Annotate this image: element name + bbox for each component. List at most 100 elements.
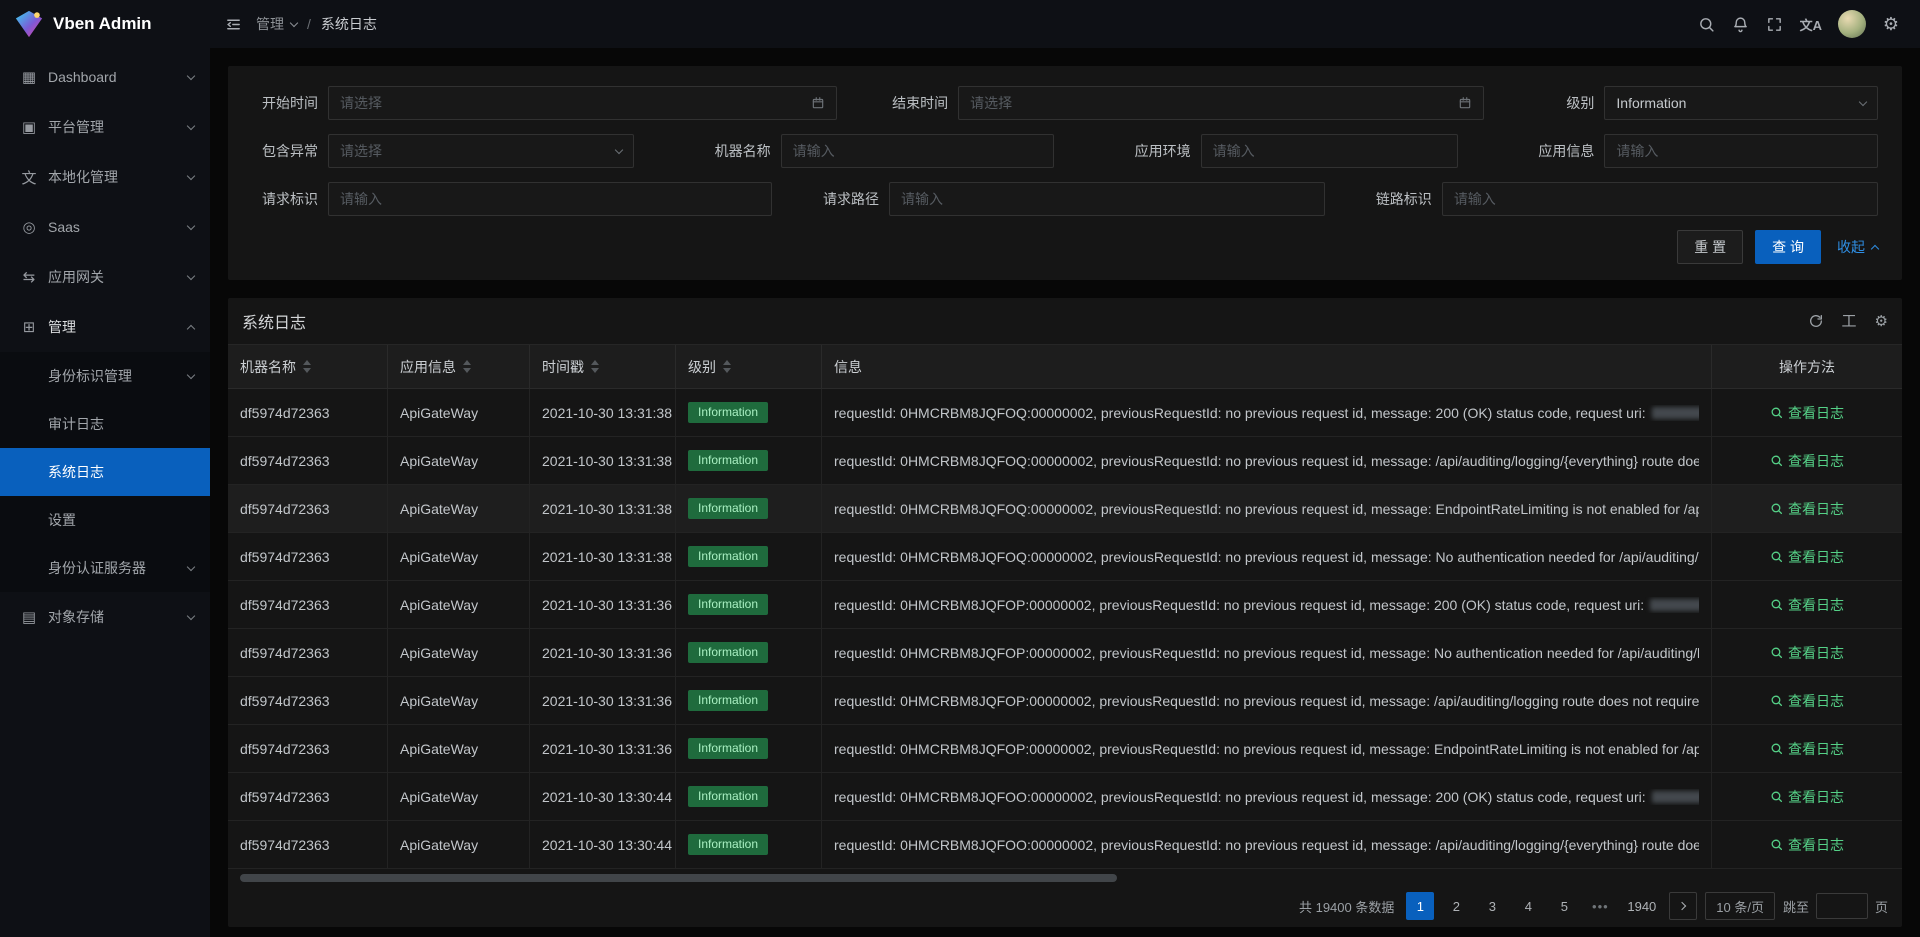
filter-input-machine-name[interactable] (781, 134, 1055, 168)
cell-machine-name: df5974d72363 (228, 773, 388, 821)
chevron-down-icon (615, 145, 623, 153)
fullscreen-icon[interactable] (1758, 0, 1792, 48)
pagination-ellipsis: ••• (1586, 892, 1614, 920)
sidebar-item-saas[interactable]: ◎Saas (0, 202, 210, 252)
page-button-4[interactable]: 4 (1514, 892, 1542, 920)
column-header-app-info[interactable]: 应用信息 (388, 345, 530, 389)
message-text: requestId: 0HMCRBM8JQFOO:00000002, previ… (834, 837, 1699, 853)
translate-icon[interactable]: 文A (1792, 0, 1830, 48)
view-log-link[interactable]: 查看日志 (1770, 403, 1844, 423)
view-log-label: 查看日志 (1788, 835, 1844, 855)
filter-select-level[interactable]: Information (1604, 86, 1878, 120)
sidebar-item-system-log[interactable]: 系统日志 (0, 448, 210, 496)
sidebar-item-object-storage[interactable]: ▤对象存储 (0, 592, 210, 642)
search-icon[interactable] (1690, 0, 1724, 48)
filter-label: 包含异常 (252, 141, 328, 161)
sort-icons[interactable] (723, 360, 731, 373)
menu-fold-icon[interactable] (216, 0, 250, 48)
search-button[interactable]: 查 询 (1755, 230, 1821, 264)
column-settings-icon[interactable]: ⚙ (1875, 314, 1888, 329)
bell-icon[interactable] (1724, 0, 1758, 48)
view-log-link[interactable]: 查看日志 (1770, 499, 1844, 519)
sidebar-item-identity-auth-server[interactable]: 身份认证服务器 (0, 544, 210, 592)
message-text-content: requestId: 0HMCRBM8JQFOO:00000002, previ… (834, 837, 1699, 853)
collapse-link[interactable]: 收起 (1837, 237, 1878, 257)
message-text: requestId: 0HMCRBM8JQFOQ:00000002, previ… (834, 549, 1699, 565)
view-log-link[interactable]: 查看日志 (1770, 691, 1844, 711)
jump-to-page: 跳至 页 (1783, 893, 1888, 919)
jump-page-input[interactable] (1816, 893, 1868, 919)
sort-icons[interactable] (591, 360, 599, 373)
page-button-5[interactable]: 5 (1550, 892, 1578, 920)
avatar[interactable] (1838, 10, 1866, 38)
filter-date-start-time[interactable] (328, 86, 837, 120)
table-title: 系统日志 (242, 309, 306, 333)
cell-machine-name: df5974d72363 (228, 821, 388, 869)
next-page-button[interactable] (1669, 892, 1697, 920)
pagination-total: 共 19400 条数据 (1299, 897, 1394, 916)
sidebar-item-management[interactable]: ⊞管理 (0, 302, 210, 352)
sort-icons[interactable] (463, 360, 471, 373)
column-header-machine-name[interactable]: 机器名称 (228, 345, 388, 389)
sidebar-item-localization-management[interactable]: 文本地化管理 (0, 152, 210, 202)
page-button-2[interactable]: 2 (1442, 892, 1470, 920)
breadcrumb-parent[interactable]: 管理 (256, 14, 297, 34)
table-body: df5974d72363ApiGateWay2021-10-30 13:31:3… (228, 389, 1902, 869)
refresh-icon[interactable] (1808, 313, 1824, 329)
chevron-up-icon (187, 324, 195, 332)
column-height-icon[interactable]: 工 (1842, 314, 1857, 329)
page-button-1[interactable]: 1 (1406, 892, 1434, 920)
column-header-label: 级别 (688, 357, 716, 377)
sidebar-item-app-gateway[interactable]: ⇆应用网关 (0, 252, 210, 302)
sidebar-item-audit-log[interactable]: 审计日志 (0, 400, 210, 448)
sidebar-item-identity-management[interactable]: 身份标识管理 (0, 352, 210, 400)
filter-input-trace-id[interactable] (1442, 182, 1878, 216)
page-button-1940[interactable]: 1940 (1622, 892, 1661, 920)
sort-icons[interactable] (303, 360, 311, 373)
filter-input-app-environment[interactable] (1201, 134, 1458, 168)
filter-date-input-end-time[interactable] (970, 95, 1450, 111)
column-header-timestamp[interactable]: 时间戳 (530, 345, 676, 389)
filter-input-request-path[interactable] (889, 182, 1325, 216)
view-log-label: 查看日志 (1788, 451, 1844, 471)
filter-date-input-start-time[interactable] (340, 95, 803, 111)
view-log-link[interactable]: 查看日志 (1770, 787, 1844, 807)
filter-label: 机器名称 (705, 141, 781, 161)
redacted-text (1652, 407, 1699, 419)
cell-app-info: ApiGateWay (388, 437, 530, 485)
sidebar-item-platform-management[interactable]: ▣平台管理 (0, 102, 210, 152)
scrollbar-thumb[interactable] (240, 874, 1117, 882)
filter-select-include-exception[interactable]: 请选择 (328, 134, 634, 168)
magnifier-icon (1770, 838, 1783, 851)
filter-label: 请求标识 (252, 189, 328, 209)
chevron-right-icon (1678, 902, 1686, 910)
filter-label: 应用环境 (1125, 141, 1201, 161)
collapse-label: 收起 (1837, 237, 1865, 257)
view-log-link[interactable]: 查看日志 (1770, 739, 1844, 759)
column-header-level[interactable]: 级别 (676, 345, 822, 389)
settings-gear-icon[interactable]: ⚙ (1874, 0, 1908, 48)
page-button-3[interactable]: 3 (1478, 892, 1506, 920)
cell-machine-name: df5974d72363 (228, 485, 388, 533)
sidebar-item-settings[interactable]: 设置 (0, 496, 210, 544)
level-badge: Information (688, 594, 768, 614)
filter-input-app-info[interactable] (1604, 134, 1878, 168)
reset-button[interactable]: 重 置 (1677, 230, 1743, 264)
view-log-link[interactable]: 查看日志 (1770, 835, 1844, 855)
filter-input-request-id[interactable] (328, 182, 772, 216)
filter-date-end-time[interactable] (958, 86, 1484, 120)
cell-app-info: ApiGateWay (388, 485, 530, 533)
filter-label: 结束时间 (882, 93, 958, 113)
view-log-link[interactable]: 查看日志 (1770, 451, 1844, 471)
horizontal-scrollbar[interactable] (238, 873, 1892, 883)
view-log-link[interactable]: 查看日志 (1770, 547, 1844, 567)
page-size-select[interactable]: 10 条/页 (1705, 892, 1775, 920)
logo[interactable]: Vben Admin (0, 0, 210, 48)
view-log-link[interactable]: 查看日志 (1770, 643, 1844, 663)
sidebar-item-dashboard[interactable]: ▦Dashboard (0, 52, 210, 102)
cell-message: requestId: 0HMCRBM8JQFOP:00000002, previ… (822, 629, 1712, 677)
level-badge: Information (688, 498, 768, 518)
view-log-link[interactable]: 查看日志 (1770, 595, 1844, 615)
cell-app-info: ApiGateWay (388, 773, 530, 821)
message-text-content: requestId: 0HMCRBM8JQFOQ:00000002, previ… (834, 405, 1646, 421)
